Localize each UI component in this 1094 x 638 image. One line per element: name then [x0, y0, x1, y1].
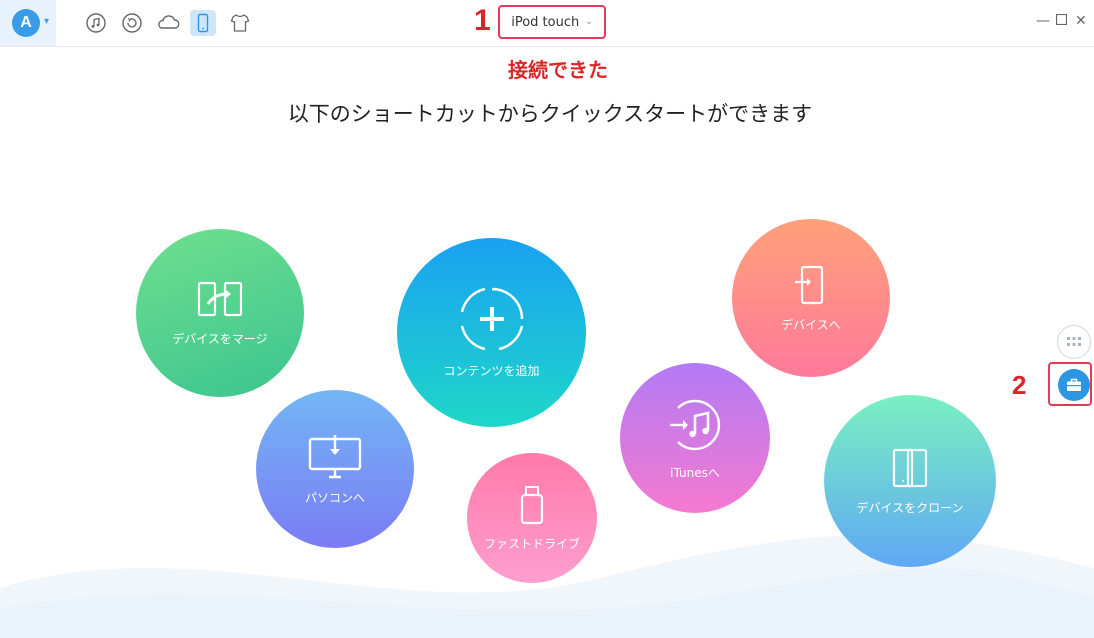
- annotation-number-1: 1: [474, 4, 491, 37]
- to-device-button[interactable]: デバイスへ: [732, 219, 890, 377]
- to-device-label: デバイスへ: [781, 317, 841, 332]
- cloud-icon[interactable]: [155, 10, 181, 36]
- device-icon[interactable]: [190, 10, 216, 36]
- device-selector-dropdown[interactable]: iPod touch ⌄: [498, 5, 606, 39]
- to-itunes-label: iTunesへ: [670, 465, 720, 480]
- grid-icon: [1067, 337, 1081, 346]
- history-icon[interactable]: [119, 10, 145, 36]
- add-icon: [460, 287, 523, 351]
- toolbox-icon: [1067, 378, 1081, 391]
- clone-device-button[interactable]: デバイスをクローン: [824, 395, 996, 567]
- fast-drive-button[interactable]: ファストドライブ: [467, 453, 597, 583]
- add-content-label: コンテンツを追加: [443, 364, 540, 378]
- merge-devices-button[interactable]: デバイスをマージ: [136, 229, 304, 397]
- title-bar: A ▾ 1 iPod touch ⌄ — ✕: [0, 0, 1094, 47]
- chevron-down-icon: ▾: [44, 16, 50, 27]
- itunes-icon: [670, 399, 721, 450]
- computer-icon: [308, 434, 362, 478]
- to-pc-label: パソコンへ: [304, 490, 365, 505]
- to-pc-button[interactable]: パソコンへ: [256, 390, 414, 548]
- to-device-icon: [795, 265, 824, 304]
- shirt-icon[interactable]: [227, 10, 253, 36]
- logo-menu-button[interactable]: A ▾: [0, 0, 56, 46]
- clone-icon: [892, 448, 928, 487]
- merge-devices-label: デバイスをマージ: [172, 331, 268, 346]
- merge-icon: [197, 281, 243, 316]
- maximize-button[interactable]: [1055, 13, 1068, 29]
- app-logo-icon: A: [12, 9, 40, 37]
- close-button[interactable]: ✕: [1075, 13, 1087, 29]
- fast-drive-label: ファストドライブ: [483, 536, 580, 551]
- usb-drive-icon: [520, 485, 544, 524]
- grid-view-button[interactable]: [1057, 325, 1091, 359]
- annotation-number-2: 2: [1012, 370, 1027, 400]
- music-icon[interactable]: [83, 10, 109, 36]
- page-headline: 以下のショートカットからクイックスタートができます: [287, 102, 813, 126]
- annotation-connected-text: 接続できた: [508, 58, 608, 82]
- clone-device-label: デバイスをクローン: [856, 500, 964, 515]
- to-itunes-button[interactable]: iTunesへ: [620, 363, 770, 513]
- toolbox-button[interactable]: [1058, 369, 1090, 401]
- minimize-button[interactable]: —: [1036, 13, 1050, 29]
- device-selector-label: iPod touch: [511, 14, 580, 30]
- chevron-down-icon: ⌄: [585, 17, 593, 27]
- add-content-button[interactable]: コンテンツを追加: [397, 238, 586, 427]
